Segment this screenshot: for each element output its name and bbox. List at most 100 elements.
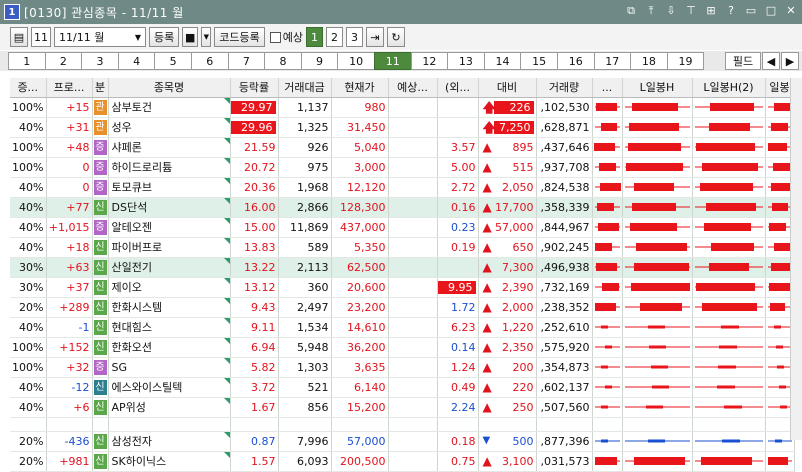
table-row[interactable]: 100% +152 신 한화오션 6.94 5,948 36,200 0.14 ▲ 2,350,5… (10, 337, 795, 358)
link-icon[interactable]: ⧉ (624, 4, 638, 18)
page-button-1[interactable]: 1 (305, 27, 323, 47)
tab-16[interactable]: 16 (556, 52, 595, 70)
group-number-input[interactable]: 11 (31, 27, 51, 47)
tab-7[interactable]: 7 (227, 52, 266, 70)
column-header[interactable]: 종목명 (108, 78, 231, 98)
tab-17[interactable]: 17 (593, 52, 632, 70)
table-row[interactable]: 40% +31 관 성우 29.96 1,325 31,450 🡅 7,250,628,871 (10, 117, 795, 138)
stock-name-cell[interactable]: AP위성 (108, 397, 231, 418)
stock-name[interactable]: 한화시스템 (112, 301, 163, 314)
tab-3[interactable]: 3 (81, 52, 119, 70)
stock-name[interactable]: 에스와이스틸텍 (112, 381, 183, 394)
tab-12[interactable]: 12 (410, 52, 449, 70)
stock-name-cell[interactable]: 성우 (108, 117, 231, 138)
stock-name-cell[interactable]: 제이오 (108, 277, 231, 298)
tab-6[interactable]: 6 (190, 52, 229, 70)
vertical-scrollbar[interactable] (790, 78, 802, 440)
stock-name[interactable]: 한화오션 (112, 341, 152, 354)
register-button[interactable]: 등록 (149, 27, 180, 47)
group-list-icon[interactable]: ▤ (10, 27, 28, 47)
tab-2[interactable]: 2 (44, 52, 83, 70)
table-row[interactable]: 100% +32 증 SG 5.82 1,303 3,635 1.24 ▲ 200,354,873 (10, 357, 795, 378)
field-button[interactable]: 필드 (725, 52, 761, 70)
stock-name-cell[interactable]: 산일전기 (108, 257, 231, 278)
stock-name[interactable]: 토모큐브 (112, 181, 152, 194)
column-header[interactable]: 분 (92, 78, 109, 98)
column-header[interactable]: 거래대금 (278, 78, 332, 98)
table-row[interactable]: 40% +18 신 파이버프로 13.83 589 5,350 0.19 ▲ 650,902,24… (10, 237, 795, 258)
stock-name-cell[interactable]: 삼성전자 (108, 431, 231, 452)
stock-name[interactable]: 알테오젠 (112, 221, 152, 234)
minimize-icon[interactable]: ▭ (744, 4, 758, 18)
tab-13[interactable]: 13 (447, 52, 485, 70)
tab-18[interactable]: 18 (630, 52, 668, 70)
column-header[interactable]: L일봉H(2) (692, 78, 766, 98)
column-header[interactable]: (외... (437, 78, 479, 98)
stock-name[interactable]: AP위성 (112, 401, 146, 414)
stock-name[interactable]: 삼부토건 (112, 101, 152, 114)
table-row[interactable]: 100% 0 증 하이드로리튬 20.72 975 3,000 5.00 ▲ 515,937,70… (10, 157, 795, 178)
column-header[interactable]: 증... (10, 78, 47, 98)
pin-icon[interactable]: ⊤ (684, 4, 698, 18)
stock-name-cell[interactable]: 하이드로리튬 (108, 157, 231, 178)
pin-top-icon[interactable]: ⤒ (644, 4, 658, 18)
stock-name[interactable]: 파이버프로 (112, 241, 163, 254)
tab-19[interactable]: 19 (666, 52, 705, 70)
stock-name[interactable]: 하이드로리튬 (112, 161, 173, 174)
help-icon[interactable]: ? (724, 4, 738, 18)
stock-name[interactable]: SG (112, 361, 128, 374)
stock-name-cell[interactable]: 알테오젠 (108, 217, 231, 238)
tab-9[interactable]: 9 (300, 52, 339, 70)
table-row[interactable]: 40% -1 신 현대힘스 9.11 1,534 14,610 6.23 ▲ 1,220,252,… (10, 317, 795, 338)
tab-14[interactable]: 14 (483, 52, 522, 70)
stock-name[interactable]: 삼성전자 (112, 435, 152, 448)
stock-name-cell[interactable]: SG (108, 357, 231, 378)
export-icon[interactable]: ⇥ (365, 27, 384, 47)
stock-name-cell[interactable]: 한화시스템 (108, 297, 231, 318)
expect-checkbox[interactable] (269, 31, 281, 43)
stock-name[interactable]: 현대힘스 (112, 321, 152, 334)
tab-15[interactable]: 15 (520, 52, 558, 70)
code-register-button[interactable]: 코드등록 (214, 27, 265, 47)
table-row[interactable]: 40% 0 증 토모큐브 20.36 1,968 12,120 2.72 ▲ 2,050,824,… (10, 177, 795, 198)
maximize-icon[interactable]: □ (764, 4, 778, 18)
table-row[interactable]: 40% +1,015 증 알테오젠 15.00 11,869 437,000 0.23 ▲ 57,… (10, 217, 795, 238)
stock-name-cell[interactable]: 현대힘스 (108, 317, 231, 338)
stock-name[interactable]: 샤페론 (112, 141, 142, 154)
table-row[interactable]: 100% +48 증 샤페론 21.59 926 5,040 3.57 ▲ 895,437,646 (10, 137, 795, 158)
chevron-down-icon[interactable]: ▼ (201, 27, 212, 47)
expect-checkbox-group[interactable]: 예상 (269, 29, 303, 45)
stock-name-cell[interactable]: 에스와이스틸텍 (108, 377, 231, 398)
table-row[interactable]: 40% +6 신 AP위성 1.67 856 15,200 2.24 ▲ 250,507,560 (10, 397, 795, 418)
stock-name-cell[interactable]: 토모큐브 (108, 177, 231, 198)
tab-1[interactable]: 1 (8, 52, 46, 70)
table-row[interactable]: 100% +15 관 삼부토건 29.97 1,137 980 🡅 226,102,530 (10, 97, 795, 118)
stock-name-cell[interactable]: 삼부토건 (108, 97, 231, 118)
stock-name-cell[interactable]: DS단석 (108, 197, 231, 218)
close-icon[interactable]: ✕ (784, 4, 798, 18)
stock-name[interactable]: SK하이닉스 (112, 455, 167, 468)
table-row[interactable]: 30% +37 신 제이오 13.12 360 20,600 9.95 ▲ 2,390,732,1… (10, 277, 795, 298)
column-header[interactable]: L일봉H (622, 78, 693, 98)
stock-name[interactable]: 성우 (112, 121, 132, 134)
column-header[interactable]: ... (592, 78, 623, 98)
column-header[interactable]: 등락률 (230, 78, 279, 98)
table-row[interactable]: 40% +77 신 DS단석 16.00 2,866 128,300 0.16 ▲ 17,700,… (10, 197, 795, 218)
stock-name[interactable]: 제이오 (112, 281, 142, 294)
group-select[interactable]: 11/11 월 ▼ (54, 27, 146, 47)
chevron-right-icon[interactable]: ▶ (781, 52, 799, 70)
table-row[interactable]: 40% -12 신 에스와이스틸텍 3.72 521 6,140 0.49 ▲ 220,602,1… (10, 377, 795, 398)
tab-4[interactable]: 4 (117, 52, 156, 70)
tab-10[interactable]: 10 (337, 52, 375, 70)
table-row[interactable]: 30% +63 신 산일전기 13.22 2,113 62,500 ▲ 7,300,496,93… (10, 257, 795, 278)
stock-name[interactable]: DS단석 (112, 201, 148, 214)
tab-8[interactable]: 8 (264, 52, 302, 70)
table-row[interactable]: 20% +289 신 한화시스템 9.43 2,497 23,200 1.72 ▲ 2,000,2… (10, 297, 795, 318)
refresh-icon[interactable]: ↻ (386, 27, 405, 47)
download-icon[interactable]: ⇩ (664, 4, 678, 18)
stock-name-cell[interactable]: 한화오션 (108, 337, 231, 358)
column-header[interactable]: 프로... (46, 78, 93, 98)
stock-name-cell[interactable]: 샤페론 (108, 137, 231, 158)
column-header[interactable]: 현재가 (331, 78, 389, 98)
page-button-3[interactable]: 3 (345, 27, 363, 47)
